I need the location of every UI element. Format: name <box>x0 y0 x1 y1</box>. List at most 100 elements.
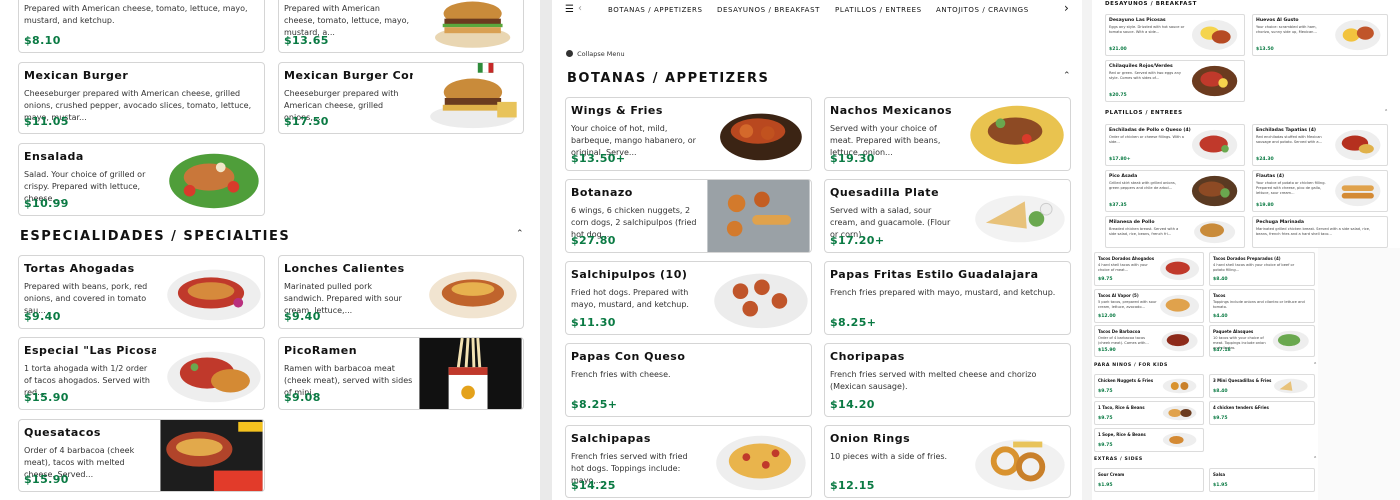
item-price: $9.75 <box>1098 389 1113 394</box>
sope-image <box>1158 432 1201 448</box>
menu-item-card[interactable]: Tacos Al Vapor (5) 5 pork tacos, prepare… <box>1094 289 1204 323</box>
collapse-menu-button[interactable]: Collapse Menu <box>566 50 625 58</box>
menu-item-card[interactable]: Tacos De Barbacoa Order of 4 barbacoa ta… <box>1094 325 1204 357</box>
item-name: Chilaquiles Rojos/Verdes <box>1109 64 1173 69</box>
section-title: EXTRAS / SIDES <box>1094 457 1143 462</box>
item-price: $14.25 <box>571 479 616 492</box>
item-name: Pechuga Marinada <box>1256 220 1305 225</box>
item-name: PicoRamen <box>284 344 358 357</box>
menu-item-card[interactable]: Lonches Calientes Marinated pulled pork … <box>278 255 524 329</box>
onion-rings-image <box>965 426 1070 497</box>
menu-item-card[interactable]: Botanazo 6 wings, 6 chicken nuggets, 2 co… <box>565 179 812 253</box>
chevron-up-icon[interactable]: ⌃ <box>1313 362 1317 368</box>
nav-item-breakfast[interactable]: DESAYUNOS / BREAKFAST <box>717 6 820 14</box>
menu-item-card[interactable]: Choripapas French fries served with melte… <box>824 343 1071 417</box>
chevron-up-icon[interactable]: ⌃ <box>1313 456 1317 462</box>
item-name: 1 Taco, Rice & Beans <box>1098 405 1145 410</box>
menu-item-card[interactable]: Tacos Toppings include onions and cilant… <box>1209 289 1315 323</box>
salchipapas-image <box>706 426 811 497</box>
menu-panel-overview: DESAYUNOS / BREAKFAST Desayuno Las Picos… <box>1092 0 1400 500</box>
item-name: Milanesa de Pollo <box>1109 220 1155 225</box>
ramen-image <box>418 338 523 409</box>
menu-item-card[interactable]: Chicken Nuggets & Fries $9.75 <box>1094 374 1204 398</box>
menu-item-card[interactable]: Tacos Dorados Preparados (4) 4 hard shel… <box>1209 252 1315 286</box>
item-name: Papas Con Queso <box>571 350 686 363</box>
item-name: Tortas Ahogadas <box>24 262 135 275</box>
item-price: $8.40 <box>1213 277 1228 282</box>
menu-item-card[interactable]: Tacos Dorados Ahogados 4 hard shell taco… <box>1094 252 1204 286</box>
menu-item-card[interactable]: Papas Con Queso French fries with cheese.… <box>565 343 812 417</box>
item-name: Tacos Al Vapor (5) <box>1098 293 1139 298</box>
item-name: Wings & Fries <box>571 104 663 117</box>
menu-item-card[interactable]: 4 chicken tenders &Fries $9.75 <box>1209 401 1315 425</box>
menu-item-card[interactable]: Pico Asada Grilled skirt steak with gril… <box>1105 170 1245 212</box>
menu-item-card[interactable]: Prepared with American cheese, tomato, l… <box>18 0 265 53</box>
chevron-up-icon[interactable]: ⌃ <box>1063 71 1071 81</box>
menu-item-card[interactable]: Quesadilla Plate Served with a salad, sou… <box>824 179 1071 253</box>
item-name: Botanazo <box>571 186 633 199</box>
menu-item-card[interactable]: Enchiladas de Pollo o Queso (4) Order of… <box>1105 124 1245 166</box>
menu-item-card[interactable]: Ensalada Salad. Your choice of grilled o… <box>18 143 265 216</box>
item-name: Paquete Alasques <box>1213 329 1254 334</box>
item-name: 4 chicken tenders &Fries <box>1213 405 1269 410</box>
menu-item-card[interactable]: Salsa $1.95 <box>1209 468 1315 492</box>
chevron-up-icon[interactable]: ⌃ <box>516 229 524 239</box>
menu-item-card[interactable]: Enchiladas Tapatias (4) Red enchiladas s… <box>1252 124 1388 166</box>
item-name: Tacos De Barbacoa <box>1098 329 1141 334</box>
chevron-left-icon[interactable]: ‹ <box>578 3 583 14</box>
menu-item-card[interactable]: PicoRamen Ramen with barbacoa meat (chee… <box>278 337 524 410</box>
item-price: $19.80 <box>1256 203 1274 208</box>
menu-item-card[interactable]: Wings & Fries Your choice of hot, mild, b… <box>565 97 812 171</box>
menu-item-card[interactable]: Prepared with American cheese, tomato, l… <box>278 0 524 53</box>
menu-item-card[interactable]: 1 Taco, Rice & Beans $9.75 <box>1094 401 1204 425</box>
milanesa-image <box>1187 220 1242 244</box>
item-price: $17.80+ <box>1109 157 1131 162</box>
nav-item-cravings[interactable]: ANTOJITOS / CRAVINGS <box>936 6 1029 14</box>
menu-item-card[interactable]: Flautas (4) Your choice of potato or chi… <box>1252 170 1388 212</box>
item-description: Order of 4 barbacoa tacos (cheek meat). … <box>1098 336 1149 345</box>
menu-item-card[interactable]: Pechuga Marinada Marinated grilled chick… <box>1252 216 1388 248</box>
list-icon[interactable]: ☰ <box>565 4 575 15</box>
menu-item-card[interactable]: 1 Sope, Rice & Beans $9.75 <box>1094 428 1204 452</box>
item-description: Your choice of potato or chicken filling… <box>1256 181 1326 195</box>
menu-item-card[interactable]: Quesatacos Order of 4 barbacoa (cheek me… <box>18 419 265 492</box>
item-description: Breaded chicken breast. Served with a si… <box>1109 227 1179 236</box>
chevron-up-icon[interactable]: ⌃ <box>1384 109 1388 115</box>
menu-item-card[interactable]: Mexican Burger Cheeseburger prepared wit… <box>18 62 265 134</box>
nav-item-entrees[interactable]: PLATILLOS / ENTREES <box>835 6 922 14</box>
nuggets-image <box>1158 378 1201 394</box>
item-name: Salsa <box>1213 472 1226 477</box>
item-price: $4.40 <box>1213 314 1228 319</box>
item-name: Enchiladas Tapatias (4) <box>1256 128 1317 133</box>
item-description: Your choice: scrambled with ham, chorizo… <box>1256 25 1317 34</box>
section-title: PARA NINOS / FOR KIDS <box>1094 363 1168 368</box>
menu-item-card[interactable]: Sour Cream $1.95 <box>1094 468 1204 492</box>
menu-item-card[interactable]: Milanesa de Pollo Breaded chicken breast… <box>1105 216 1245 248</box>
item-description: Toppings include onions and cilantro or … <box>1213 300 1305 309</box>
menu-item-card[interactable]: 3 Mini Quesadillas & Fries $8.40 <box>1209 374 1315 398</box>
menu-item-card[interactable]: Mexican Burger Combo Cheeseburger prepar… <box>278 62 524 134</box>
item-price: $9.40 <box>24 310 61 323</box>
menu-item-card[interactable]: Desayuno Las Picosas Eggs any style. Dri… <box>1105 14 1245 56</box>
asada-image <box>1187 174 1242 208</box>
tacos-image <box>1158 256 1201 282</box>
wings-image <box>706 98 811 170</box>
nav-item-appetizers[interactable]: BOTANAS / APPETIZERS <box>608 6 703 14</box>
nachos-image <box>965 98 1070 170</box>
menu-item-card[interactable]: Salchipapas French fries served with frie… <box>565 425 812 498</box>
menu-item-card[interactable]: Especial "Las Picosas" 1 torta ahogada w… <box>18 337 265 410</box>
menu-item-card[interactable]: Onion Rings 10 pieces with a side of frie… <box>824 425 1071 498</box>
menu-item-card[interactable]: Salchipulpos (10) Fried hot dogs. Prepare… <box>565 261 812 335</box>
menu-item-card[interactable]: Papas Fritas Estilo Guadalajara French fr… <box>824 261 1071 335</box>
botanazo-image <box>706 180 811 252</box>
chevron-right-icon[interactable]: › <box>1064 1 1069 15</box>
menu-item-card[interactable]: Nachos Mexicanos Served with your choice … <box>824 97 1071 171</box>
section-title: PLATILLOS / ENTREES <box>1105 110 1183 116</box>
menu-item-card[interactable]: Paquete Alasques 10 tacos with your choi… <box>1209 325 1315 357</box>
menu-item-card[interactable]: Huevos Al Gusto Your choice: scrambled w… <box>1252 14 1388 56</box>
item-name: Mexican Burger <box>24 69 129 82</box>
item-price: $15.90 <box>24 473 69 486</box>
item-name: Lonches Calientes <box>284 262 405 275</box>
menu-item-card[interactable]: Tortas Ahogadas Prepared with beans, por… <box>18 255 265 329</box>
menu-item-card[interactable]: Chilaquiles Rojos/Verdes Red or green. S… <box>1105 60 1245 102</box>
